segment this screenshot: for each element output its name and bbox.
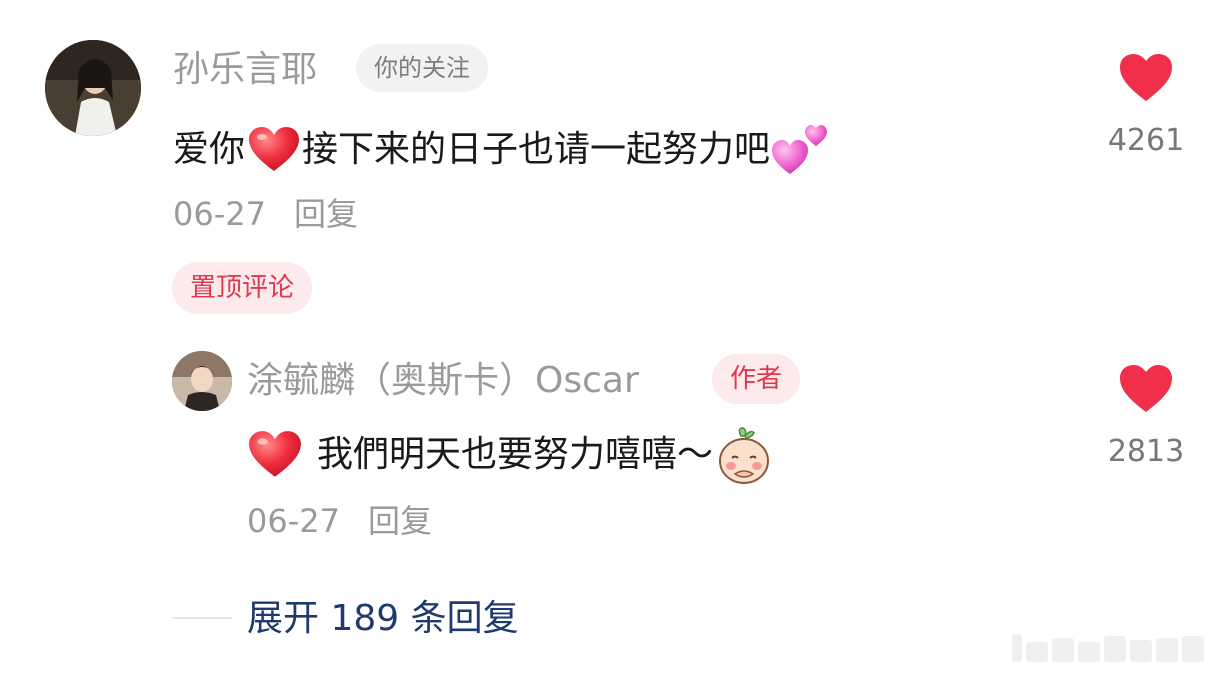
comment-text: 爱你 接下来的日子也请一起努力吧: [173, 124, 828, 176]
reply-like-count: 2813: [1107, 434, 1185, 469]
reply-text: 我們明天也要努力嘻嘻～: [247, 426, 771, 484]
follow-badge: 你的关注: [356, 44, 488, 92]
commenter-username[interactable]: 孙乐言耶: [173, 52, 317, 88]
comment-like-heart-icon[interactable]: [1118, 53, 1174, 103]
comment-reply-button[interactable]: 回复: [294, 195, 358, 233]
author-badge: 作者: [712, 354, 801, 404]
replier-username[interactable]: 涂毓麟（奥斯卡）Oscar: [247, 363, 639, 399]
expand-replies-button[interactable]: 展开 189 条回复: [247, 601, 519, 637]
expand-divider: [172, 617, 232, 619]
comment-like-count: 4261: [1107, 123, 1185, 158]
reply-reply-button[interactable]: 回复: [368, 502, 432, 540]
reply-like-heart-icon[interactable]: [1118, 364, 1174, 414]
comment-date: 06-27: [173, 195, 266, 233]
red-heart-emoji: [249, 127, 300, 171]
comment-text-part2: 接下来的日子也请一起努力吧: [302, 129, 771, 170]
commenter-avatar[interactable]: [45, 40, 141, 136]
reply-text-content: 我們明天也要努力嘻嘻～: [317, 434, 714, 475]
blush-emoji: [719, 427, 770, 484]
replier-avatar[interactable]: [172, 351, 232, 411]
pinned-comment-badge: 置顶评论: [172, 262, 313, 314]
reply-meta: 06-27 回复: [247, 505, 432, 537]
comment-text-part1: 爱你: [173, 129, 246, 170]
reply-date: 06-27: [247, 502, 340, 540]
watermark: [1012, 632, 1212, 662]
comment-meta: 06-27 回复: [173, 198, 358, 230]
red-heart-emoji: [249, 431, 301, 477]
pink-hearts-emoji: [772, 125, 828, 174]
